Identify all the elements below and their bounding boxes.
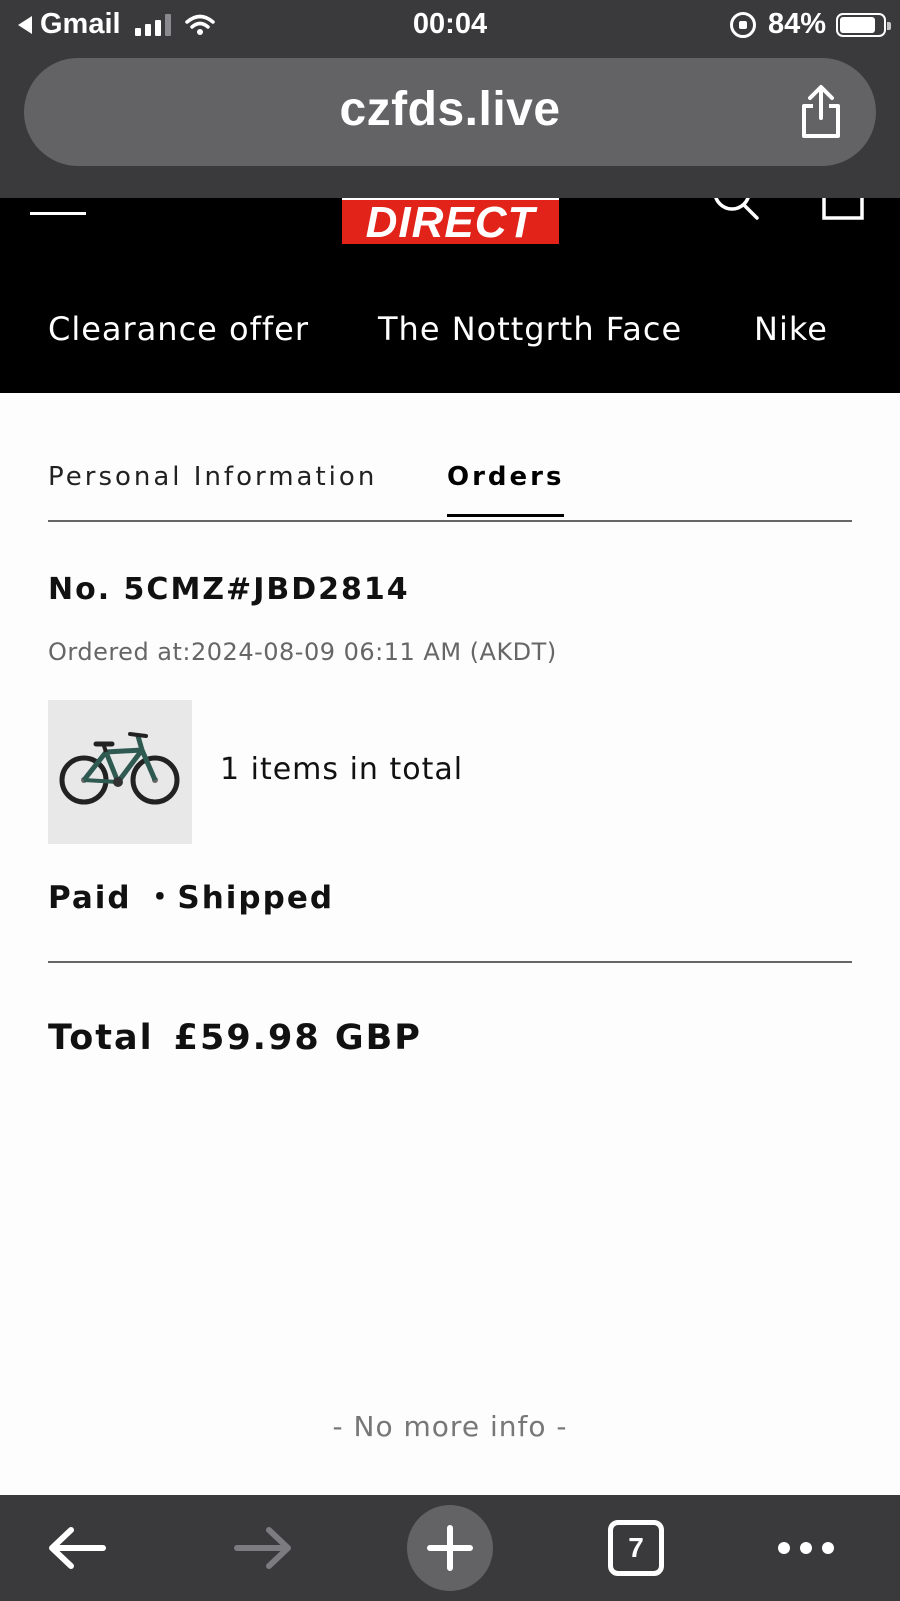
account-tabs: Personal Information Orders <box>48 462 852 522</box>
plus-icon <box>427 1525 473 1571</box>
order-date: Ordered at:2024-08-09 06:11 AM (AKDT) <box>48 638 557 666</box>
tabs-button[interactable]: 7 <box>593 1505 679 1591</box>
rotation-lock-icon <box>729 11 756 38</box>
divider <box>48 961 852 963</box>
forward-button[interactable] <box>220 1505 306 1591</box>
menu-icon[interactable] <box>30 212 86 215</box>
nav-item-clearance[interactable]: Clearance offer <box>48 310 309 348</box>
back-button[interactable] <box>34 1505 120 1591</box>
total-value: £59.98 GBP <box>173 1018 422 1058</box>
browser-top-chrome: Gmail 00:04 84% czfds.live <box>0 0 900 198</box>
category-nav: Clearance offer The Nottgrth Face Nike <box>0 310 900 354</box>
items-count: 1 items in total <box>220 752 464 787</box>
bike-image <box>59 732 180 805</box>
battery-icon <box>836 12 891 37</box>
order-total: Total £59.98 GBP <box>48 1018 422 1058</box>
search-icon[interactable] <box>712 198 762 226</box>
address-bar[interactable]: czfds.live <box>24 58 876 166</box>
share-icon[interactable] <box>796 84 846 140</box>
nav-item-north-face[interactable]: The Nottgrth Face <box>378 310 682 348</box>
status-right: 84% <box>729 8 891 41</box>
new-tab-button[interactable] <box>407 1505 493 1591</box>
tab-personal-information[interactable]: Personal Information <box>48 462 377 492</box>
url-text[interactable]: czfds.live <box>24 82 876 137</box>
more-icon <box>778 1542 834 1554</box>
battery-percent: 84% <box>767 8 826 40</box>
order-number: No. 5CMZ#JBD2814 <box>48 572 410 607</box>
arrow-left-icon <box>49 1527 106 1569</box>
site-header: DIRECT Clearance offer The Nottgrth Face… <box>0 198 900 393</box>
more-button[interactable] <box>763 1505 849 1591</box>
tab-orders[interactable]: Orders <box>447 462 565 517</box>
cart-icon[interactable] <box>820 198 866 222</box>
total-label: Total <box>48 1018 154 1058</box>
arrow-right-icon <box>234 1527 291 1569</box>
order-status: Paid ・Shipped <box>48 880 335 916</box>
browser-toolbar: 7 <box>0 1495 900 1601</box>
tabs-icon: 7 <box>608 1520 664 1576</box>
site-logo[interactable]: DIRECT <box>342 198 559 246</box>
nav-item-nike[interactable]: Nike <box>754 310 828 348</box>
status-bar: Gmail 00:04 84% <box>0 0 900 52</box>
product-thumbnail[interactable] <box>48 700 192 844</box>
no-more-info: - No more info - <box>332 1410 568 1443</box>
